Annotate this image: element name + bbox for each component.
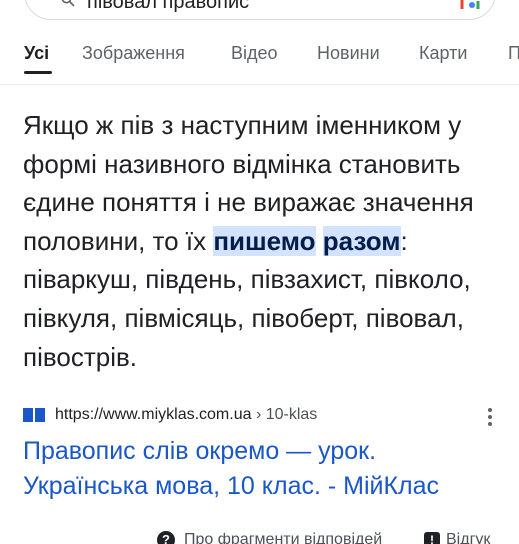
result-title-link[interactable]: Правопис слів окремо — урок. Українська …	[23, 434, 503, 504]
snippet-footer: ? Про фрагменти відповідей ! Відгук	[0, 524, 519, 544]
tab-images[interactable]: Зображення	[82, 43, 185, 64]
result-source[interactable]: https://www.miyklas.com.ua › 10-klas	[23, 402, 501, 430]
help-icon: ?	[157, 531, 175, 544]
source-breadcrumb: › 10-klas	[255, 406, 318, 423]
tab-videos[interactable]: Відео	[231, 43, 278, 64]
google-lens-icon[interactable]	[459, 0, 481, 9]
more-options-icon[interactable]	[487, 408, 493, 428]
snippet-highlight: разом	[322, 225, 401, 256]
search-icon	[61, 0, 75, 7]
search-query[interactable]: півовал правопис	[87, 0, 249, 14]
active-tab-indicator	[24, 71, 52, 74]
tab-more[interactable]: П	[508, 43, 519, 64]
snippet-highlight: пишемо	[213, 225, 316, 256]
featured-snippet-text: Якщо ж пів з наступним іменником у формі…	[23, 106, 501, 376]
tab-all[interactable]: Усі	[24, 43, 49, 64]
source-url[interactable]: https://www.miyklas.com.ua › 10-klas	[55, 406, 317, 424]
feedback-label: Відгук	[446, 531, 491, 544]
tab-news[interactable]: Новини	[317, 43, 380, 64]
book-icon	[23, 408, 45, 422]
about-snippets-label: Про фрагменти відповідей	[184, 531, 383, 544]
search-tabs: Усі Зображення Відео Новини Карти П	[0, 40, 519, 78]
feedback-icon: !	[424, 532, 440, 544]
tab-maps[interactable]: Карти	[419, 43, 467, 64]
tabs-divider	[0, 84, 519, 85]
search-box[interactable]: півовал правопис	[24, 0, 496, 20]
source-domain: https://www.miyklas.com.ua	[55, 406, 252, 423]
